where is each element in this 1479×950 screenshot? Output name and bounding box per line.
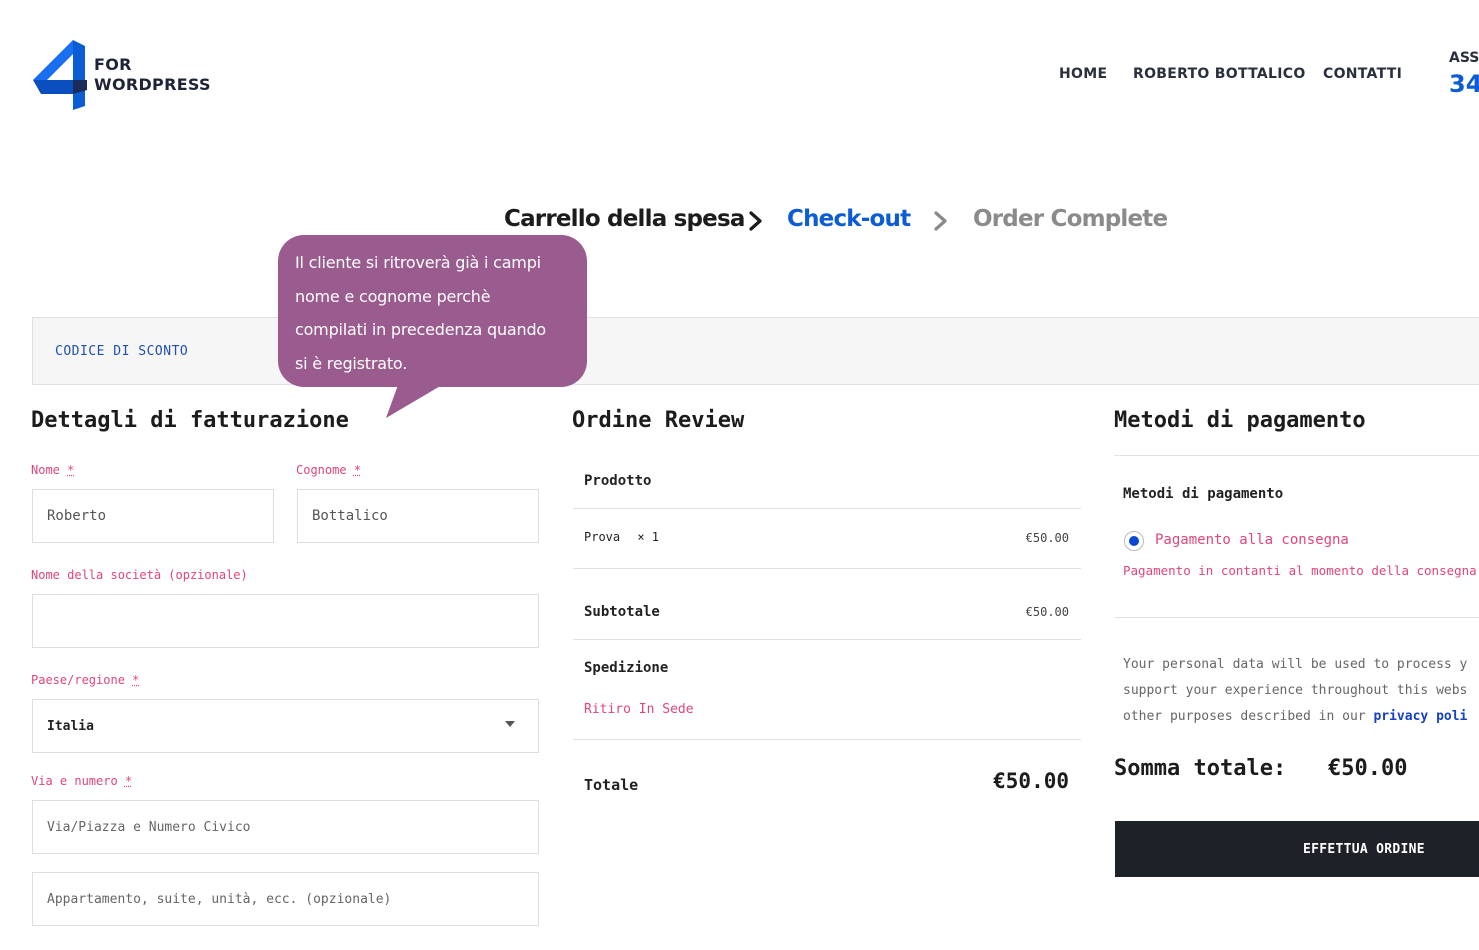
billing-title: Dettagli di fatturazione: [31, 408, 349, 433]
apartment-input[interactable]: Appartamento, suite, unità, ecc. (opzion…: [32, 872, 539, 926]
nav-roberto-bottalico[interactable]: ROBERTO BOTTALICO: [1133, 66, 1306, 82]
payment-subtitle: Metodi di pagamento: [1123, 486, 1283, 502]
callout-line: compilati in precedenza quando: [295, 313, 571, 347]
coupon-bar: [32, 317, 1479, 385]
coupon-toggle-link[interactable]: CODICE DI SCONTO: [55, 344, 188, 359]
divider: [573, 739, 1081, 740]
first-name-label: Nome *: [31, 463, 74, 477]
last-name-label: Cognome *: [296, 463, 361, 477]
grand-total-value: €50.00: [1328, 756, 1407, 781]
order-item-price: €50.00: [980, 531, 1069, 545]
privacy-notice: Your personal data will be used to proce…: [1123, 652, 1479, 730]
divider: [1114, 455, 1479, 456]
company-input[interactable]: [32, 594, 539, 648]
cod-radio[interactable]: [1124, 531, 1144, 551]
subtotal-label: Subtotale: [584, 604, 660, 620]
first-name-input[interactable]: Roberto: [32, 489, 274, 543]
annotation-callout: Il cliente si ritroverà già i campi nome…: [278, 235, 587, 387]
nav-home[interactable]: HOME: [1059, 66, 1107, 82]
order-item-qty: × 1: [637, 530, 659, 544]
country-label: Paese/regione *: [31, 673, 139, 687]
callout-line: Il cliente si ritroverà già i campi: [295, 246, 571, 280]
divider: [573, 508, 1081, 509]
street-label-text: Via e numero: [31, 774, 118, 788]
assistance-label: ASSI: [1449, 50, 1479, 66]
required-mark: *: [67, 463, 74, 477]
divider: [573, 568, 1081, 569]
caret-down-icon[interactable]: [504, 720, 516, 728]
first-name-label-text: Nome: [31, 463, 60, 477]
divider: [1114, 617, 1479, 618]
total-label: Totale: [584, 776, 638, 794]
order-item-name-text: Prova: [584, 530, 620, 544]
cod-description: Pagamento in contanti al momento della c…: [1123, 563, 1477, 578]
grand-total-label: Somma totale:: [1114, 756, 1286, 781]
callout-pointer: [384, 385, 444, 419]
chevron-right-icon: [748, 210, 764, 232]
chevron-right-icon: [933, 210, 949, 232]
divider: [573, 639, 1081, 640]
brand-logo-icon[interactable]: [33, 40, 87, 110]
step-order-complete: Order Complete: [973, 206, 1167, 232]
privacy-policy-link[interactable]: privacy poli: [1373, 709, 1467, 724]
company-label: Nome della società (opzionale): [31, 568, 248, 582]
place-order-button[interactable]: EFFETTUA ORDINE: [1115, 821, 1479, 877]
shipping-method: Ritiro In Sede: [584, 702, 694, 717]
last-name-label-text: Cognome: [296, 463, 347, 477]
cod-label[interactable]: Pagamento alla consegna: [1155, 532, 1349, 548]
callout-line: nome e cognome perchè: [295, 280, 571, 314]
required-mark: *: [132, 673, 139, 687]
step-cart[interactable]: Carrello della spesa: [504, 206, 745, 232]
privacy-line: other purposes described in our privacy …: [1123, 704, 1479, 730]
assistance-phone[interactable]: 34: [1449, 70, 1479, 98]
step-checkout: Check-out: [787, 206, 910, 232]
payment-title: Metodi di pagamento: [1114, 408, 1366, 433]
total-value: €50.00: [960, 769, 1069, 793]
callout-line: si è registrato.: [295, 347, 571, 381]
order-item-name: Prova × 1: [584, 530, 659, 544]
privacy-line: Your personal data will be used to proce…: [1123, 652, 1479, 678]
order-review-title: Ordine Review: [572, 408, 744, 433]
brand-name-line1: FOR: [94, 55, 211, 75]
nav-contatti[interactable]: CONTATTI: [1323, 66, 1402, 82]
country-select-value: Italia: [47, 719, 94, 734]
street-input[interactable]: Via/Piazza e Numero Civico: [32, 800, 539, 854]
required-mark: *: [125, 774, 132, 788]
country-select[interactable]: Italia: [32, 699, 539, 753]
privacy-line-text: other purposes described in our: [1123, 709, 1373, 724]
product-column-header: Prodotto: [584, 473, 651, 489]
subtotal-value: €50.00: [980, 605, 1069, 619]
privacy-line: support your experience throughout this …: [1123, 678, 1479, 704]
required-mark: *: [354, 463, 361, 477]
brand-name-line2: WORDPRESS: [94, 75, 211, 95]
place-order-button-label: EFFETTUA ORDINE: [1303, 842, 1425, 857]
shipping-label: Spedizione: [584, 660, 668, 676]
brand-name[interactable]: FOR WORDPRESS: [94, 55, 211, 95]
street-label: Via e numero *: [31, 774, 132, 788]
country-label-text: Paese/regione: [31, 673, 125, 687]
last-name-input[interactable]: Bottalico: [297, 489, 539, 543]
